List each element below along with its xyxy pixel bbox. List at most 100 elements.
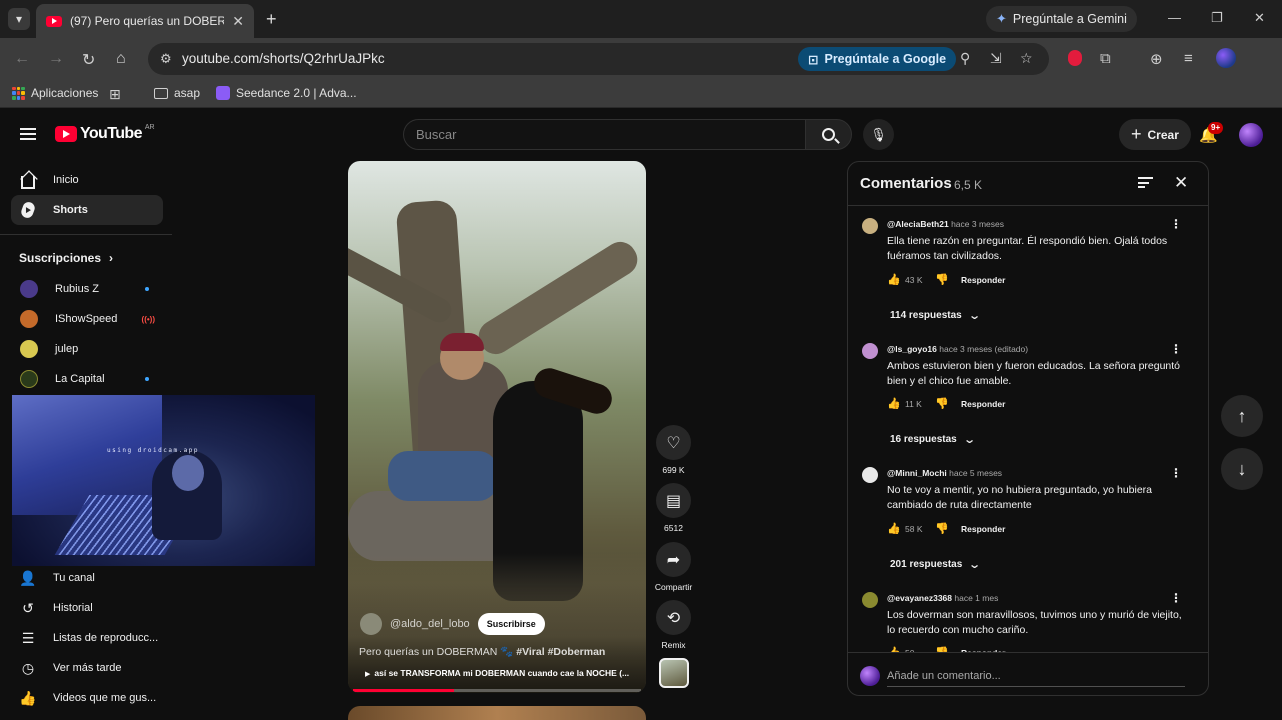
hashtags[interactable]: 🐾 #Viral #Doberman (500, 646, 605, 658)
url-text[interactable]: youtube.com/shorts/Q2rhrUaJPkc (182, 51, 385, 66)
sidebar-item-watch-later[interactable]: ◷ Ver más tarde (11, 653, 163, 683)
home-icon[interactable]: ⌂ (116, 50, 126, 68)
extensions-puzzle-icon[interactable]: ⧉ (1100, 50, 1111, 67)
bookmark-asap[interactable]: asap (154, 86, 200, 100)
address-bar[interactable]: ⚙ youtube.com/shorts/Q2rhrUaJPkc ⊡ Pregú… (148, 43, 1049, 75)
thumb-down-icon[interactable]: 👎 (935, 397, 961, 410)
share-arrow-icon[interactable]: ➦ (656, 542, 691, 577)
subscribe-button[interactable]: Suscribirse (477, 613, 545, 635)
bookmark-apps[interactable]: Aplicaciones (12, 86, 98, 100)
sidebar-item-your-channel[interactable]: 👤 Tu canal (11, 563, 163, 593)
zoom-search-icon[interactable]: ⚲ (960, 50, 970, 67)
channel-avatar (20, 280, 38, 298)
back-arrow-icon[interactable]: ← (14, 50, 30, 68)
thumb-up-icon[interactable]: 👍 (887, 522, 905, 535)
window-close-icon[interactable]: ✕ (1254, 10, 1265, 26)
media-control-icon[interactable]: ≡ (1184, 50, 1193, 67)
sound-thumbnail[interactable] (659, 658, 689, 688)
sidebar-item-home[interactable]: Inicio (11, 165, 163, 195)
tab-search-chevron-icon[interactable]: ▾ (8, 8, 30, 30)
tab-close-icon[interactable]: ✕ (232, 13, 244, 30)
thumb-down-icon[interactable]: 👎 (935, 522, 961, 535)
comments-action[interactable]: ▤ 6512 (656, 483, 691, 533)
ask-google-button[interactable]: ⊡ Pregúntale a Google (798, 47, 957, 71)
short-title-text: Pero querías un DOBERMAN (359, 646, 498, 658)
sidebar-item-subscription[interactable]: La Capital (11, 364, 163, 394)
video-progress-bar[interactable] (353, 689, 641, 692)
gemini-button[interactable]: ✦ Pregúntale a Gemini (986, 6, 1137, 32)
sidebar-item-subscription[interactable]: IShowSpeed ((•)) (11, 304, 163, 334)
comment-icon[interactable]: ▤ (656, 483, 691, 518)
video-man-cap (440, 333, 484, 351)
new-tab-button[interactable]: + (266, 9, 277, 30)
site-info-icon[interactable]: ⚙ (160, 51, 172, 67)
voice-search-button[interactable]: 🎙 (863, 119, 894, 150)
extension-red-icon[interactable] (1068, 50, 1082, 66)
comment-more-icon[interactable]: ⋮ (1170, 217, 1182, 231)
sidebar-item-liked-videos[interactable]: 👍 Videos que me gus... (11, 683, 163, 713)
previous-short-button[interactable]: ↑ (1221, 395, 1263, 437)
create-button[interactable]: + Crear (1119, 119, 1191, 150)
remix-icon[interactable]: ⟲ (656, 600, 691, 635)
menu-hamburger-icon[interactable] (20, 128, 36, 140)
bookmark-star-icon[interactable]: ☆ (1020, 50, 1033, 67)
youtube-logo[interactable]: YouTube AR (55, 124, 155, 143)
sidebar-item-history[interactable]: ↺ Historial (11, 593, 163, 623)
sidebar-item-label: Listas de reproducc... (53, 632, 159, 644)
comment-more-icon[interactable]: ⋮ (1170, 466, 1182, 480)
thumb-up-icon[interactable]: 👍 (887, 397, 905, 410)
comment-actions: 👍 58 K 👎 Responder (887, 522, 1005, 535)
sidebar-item-subscription[interactable]: julep (11, 334, 163, 364)
downloads-icon[interactable]: ⊕ (1150, 50, 1163, 68)
thumb-down-icon[interactable]: 👎 (935, 273, 961, 286)
youtube-favicon-icon (46, 15, 62, 27)
bookmark-seedance[interactable]: Seedance 2.0 | Adva... (216, 86, 357, 100)
add-comment-input[interactable] (887, 665, 1185, 687)
restore-icon[interactable]: ❐ (1211, 10, 1223, 26)
remix-action[interactable]: ⟲ Remix (656, 600, 691, 650)
view-replies-button[interactable]: 201 respuestas ⌄ (890, 558, 981, 571)
like-action[interactable]: ♡ 699 K (656, 425, 691, 475)
forward-arrow-icon[interactable]: → (48, 50, 64, 68)
sidebar-item-label: Tu canal (53, 572, 95, 584)
comment-more-icon[interactable]: ⋮ (1170, 591, 1182, 605)
view-replies-button[interactable]: 16 respuestas ⌄ (890, 433, 976, 446)
arrow-up-icon: ↑ (1237, 405, 1247, 426)
tab-groups-icon[interactable]: ⊞ (109, 86, 121, 103)
comment-more-icon[interactable]: ⋮ (1170, 342, 1182, 356)
reply-button[interactable]: Responder (961, 399, 1005, 409)
short-video-player[interactable]: @aldo_del_lobo Suscribirse Pero querías … (348, 161, 646, 693)
subscriptions-heading[interactable]: Suscripciones › (19, 251, 113, 265)
comment-avatar[interactable] (862, 592, 878, 608)
sidebar-item-playlists[interactable]: ☰ Listas de reproducc... (11, 623, 163, 653)
reply-button[interactable]: Responder (961, 275, 1005, 285)
next-short-button[interactable]: ↓ (1221, 448, 1263, 490)
sort-icon[interactable] (1138, 177, 1153, 188)
related-video-link[interactable]: así se TRANSFORMA mi DOBERMAN cuando cae… (365, 668, 629, 678)
thumb-up-icon[interactable]: 👍 (887, 273, 905, 286)
view-replies-button[interactable]: 114 respuestas ⌄ (890, 309, 981, 322)
sidebar-item-subscription[interactable]: Rubius Z (11, 274, 163, 304)
comment-avatar[interactable] (862, 218, 878, 234)
sidebar-item-shorts[interactable]: Shorts (11, 195, 163, 225)
minimize-icon[interactable]: — (1168, 10, 1181, 25)
browser-tab-active[interactable]: (97) Pero querías un DOBERMAN ✕ (36, 4, 254, 38)
install-app-icon[interactable]: ⇲ (990, 50, 1002, 67)
folder-icon (154, 87, 168, 99)
comment-avatar[interactable] (862, 467, 878, 483)
browser-profile-avatar[interactable] (1216, 48, 1236, 68)
channel-handle[interactable]: @aldo_del_lobo (390, 618, 470, 630)
reply-button[interactable]: Responder (961, 524, 1005, 534)
bookmark-label: Aplicaciones (31, 86, 99, 100)
account-avatar[interactable] (1239, 123, 1263, 147)
search-input[interactable] (404, 120, 805, 149)
like-heart-icon[interactable]: ♡ (656, 425, 691, 460)
channel-avatar[interactable] (360, 613, 382, 635)
next-short-preview[interactable] (348, 706, 646, 720)
reload-icon[interactable]: ↻ (82, 50, 95, 70)
add-comment-bar (848, 652, 1208, 695)
search-button[interactable] (805, 119, 852, 150)
close-comments-icon[interactable]: ✕ (1174, 173, 1188, 193)
share-action[interactable]: ➦ Compartir (655, 542, 692, 592)
comment-avatar[interactable] (862, 343, 878, 359)
